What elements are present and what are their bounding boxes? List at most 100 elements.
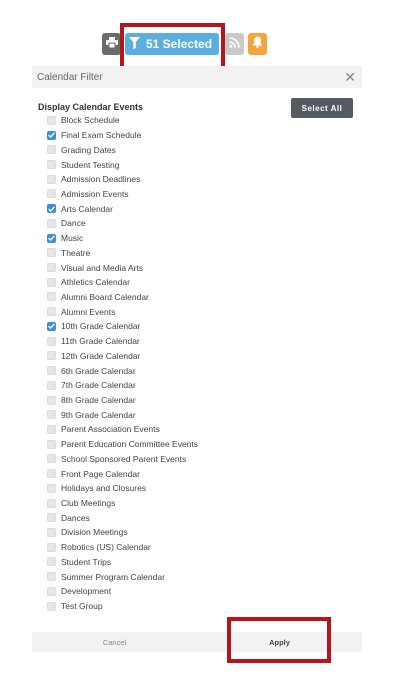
calendar-filter-item[interactable]: Student Trips xyxy=(47,555,347,570)
calendar-filter-item[interactable]: Test Group xyxy=(47,599,347,614)
calendar-filter-item[interactable]: 8th Grade Calendar xyxy=(47,393,347,408)
checkbox-unchecked[interactable] xyxy=(47,160,56,170)
checkbox-unchecked[interactable] xyxy=(47,542,56,552)
checkbox-unchecked[interactable] xyxy=(47,586,56,596)
dialog-header: Calendar Filter ✕ xyxy=(32,66,362,88)
calendar-filter-item[interactable]: 10th Grade Calendar xyxy=(47,319,347,334)
checkbox-unchecked[interactable] xyxy=(47,557,56,567)
calendar-filter-item[interactable]: 6th Grade Calendar xyxy=(47,363,347,378)
dialog-title: Calendar Filter xyxy=(37,71,103,83)
calendar-filter-item[interactable]: Admission Events xyxy=(47,187,347,202)
calendar-filter-item[interactable]: Summer Program Calendar xyxy=(47,569,347,584)
calendar-filter-item[interactable]: Admission Deadlines xyxy=(47,172,347,187)
checkbox-checked[interactable] xyxy=(47,130,56,140)
checkbox-unchecked[interactable] xyxy=(47,601,56,611)
checkbox-unchecked[interactable] xyxy=(47,336,56,346)
calendar-filter-item-label: 6th Grade Calendar xyxy=(61,365,136,376)
checkbox-unchecked[interactable] xyxy=(47,483,56,493)
calendar-filter-item[interactable]: Club Meetings xyxy=(47,496,347,511)
calendar-filter-item[interactable]: Alumni Events xyxy=(47,304,347,319)
checkbox-unchecked[interactable] xyxy=(47,454,56,464)
calendar-filter-item[interactable]: School Sponsored Parent Events xyxy=(47,452,347,467)
checkbox-unchecked[interactable] xyxy=(47,263,56,273)
calendar-filter-item-label: Summer Program Calendar xyxy=(61,571,165,582)
checkbox-unchecked[interactable] xyxy=(47,174,56,184)
checkbox-unchecked[interactable] xyxy=(47,218,56,228)
calendar-filter-item-label: Admission Events xyxy=(61,188,129,199)
calendar-filter-item[interactable]: Block Schedule xyxy=(47,113,347,128)
calendar-filter-item-label: School Sponsored Parent Events xyxy=(61,453,187,464)
calendar-filter-item-label: 11th Grade Calendar xyxy=(61,336,140,347)
checkbox-unchecked[interactable] xyxy=(47,439,56,449)
calendar-filter-item-label: Block Schedule xyxy=(61,115,120,126)
checkbox-checked[interactable] xyxy=(47,321,56,331)
rss-button[interactable] xyxy=(225,33,244,55)
checkbox-unchecked[interactable] xyxy=(47,498,56,508)
notification-button[interactable] xyxy=(248,33,267,55)
calendar-filter-item[interactable]: Holidays and Closures xyxy=(47,481,347,496)
calendar-filter-item[interactable]: 12th Grade Calendar xyxy=(47,349,347,364)
calendar-filter-item[interactable]: Theatre xyxy=(47,245,347,260)
checkbox-unchecked[interactable] xyxy=(47,292,56,302)
calendar-filter-item[interactable]: 11th Grade Calendar xyxy=(47,334,347,349)
checkbox-checked[interactable] xyxy=(47,204,56,214)
print-button[interactable] xyxy=(102,33,121,55)
calendar-filter-item-label: Parent Education Committee Events xyxy=(61,439,199,450)
calendar-filter-item[interactable]: 9th Grade Calendar xyxy=(47,407,347,422)
calendar-filter-item[interactable]: Visual and Media Arts xyxy=(47,260,347,275)
checkbox-unchecked[interactable] xyxy=(47,380,56,390)
calendar-filter-item[interactable]: Development xyxy=(47,584,347,599)
filter-highlight-box xyxy=(120,23,225,70)
calendar-filter-item[interactable]: Robotics (US) Calendar xyxy=(47,540,347,555)
checkbox-unchecked[interactable] xyxy=(47,115,56,125)
checkbox-unchecked[interactable] xyxy=(47,248,56,258)
calendar-filter-item[interactable]: 7th Grade Calendar xyxy=(47,378,347,393)
calendar-filter-item[interactable]: Athletics Calendar xyxy=(47,275,347,290)
checkbox-unchecked[interactable] xyxy=(47,277,56,287)
calendar-filter-item-label: Test Group xyxy=(61,601,103,612)
checkbox-unchecked[interactable] xyxy=(47,513,56,523)
calendar-filter-item-label: Front Page Calendar xyxy=(61,468,140,479)
cancel-button[interactable]: Cancel xyxy=(32,632,197,652)
checkbox-unchecked[interactable] xyxy=(47,572,56,582)
calendar-filter-item[interactable]: Final Exam Schedule xyxy=(47,128,347,143)
calendar-filter-item-label: Development xyxy=(61,586,112,597)
calendar-filter-item[interactable]: Arts Calendar xyxy=(47,201,347,216)
calendar-filter-item-label: 10th Grade Calendar xyxy=(61,321,141,332)
checkbox-checked[interactable] xyxy=(47,233,56,243)
checkbox-unchecked[interactable] xyxy=(47,395,56,405)
calendar-filter-item[interactable]: Division Meetings xyxy=(47,525,347,540)
calendar-filter-item-label: 12th Grade Calendar xyxy=(61,350,141,361)
calendar-filter-item[interactable]: Dance xyxy=(47,216,347,231)
calendar-filter-item-label: Dances xyxy=(61,512,90,523)
calendar-filter-item-label: Alumni Board Calendar xyxy=(61,291,149,302)
calendar-filter-item-label: Division Meetings xyxy=(61,527,128,538)
checkbox-unchecked[interactable] xyxy=(47,469,56,479)
calendar-filter-item[interactable]: Parent Education Committee Events xyxy=(47,437,347,452)
checkbox-unchecked[interactable] xyxy=(47,307,56,317)
checkbox-unchecked[interactable] xyxy=(47,145,56,155)
apply-highlight-box xyxy=(227,617,331,663)
calendar-event-list: Block Schedule Final Exam Schedule Grading… xyxy=(47,113,347,613)
section-title: Display Calendar Events xyxy=(38,102,144,112)
close-icon[interactable]: ✕ xyxy=(344,70,356,84)
calendar-filter-item-label: Visual and Media Arts xyxy=(61,262,144,273)
print-icon xyxy=(105,35,118,53)
calendar-filter-item[interactable]: Alumni Board Calendar xyxy=(47,290,347,305)
calendar-filter-item-label: Theatre xyxy=(61,247,91,258)
checkbox-unchecked[interactable] xyxy=(47,351,56,361)
checkbox-unchecked[interactable] xyxy=(47,424,56,434)
calendar-filter-item[interactable]: Student Testing xyxy=(47,157,347,172)
checkbox-unchecked[interactable] xyxy=(47,410,56,420)
calendar-filter-item-label: 9th Grade Calendar xyxy=(61,409,136,420)
calendar-filter-item-label: Alumni Events xyxy=(61,306,116,317)
checkbox-unchecked[interactable] xyxy=(47,366,56,376)
bell-icon xyxy=(252,35,263,53)
checkbox-unchecked[interactable] xyxy=(47,527,56,537)
calendar-filter-item[interactable]: Grading Dates xyxy=(47,142,347,157)
checkbox-unchecked[interactable] xyxy=(47,189,56,199)
calendar-filter-item[interactable]: Music xyxy=(47,231,347,246)
calendar-filter-item[interactable]: Dances xyxy=(47,510,347,525)
calendar-filter-item[interactable]: Front Page Calendar xyxy=(47,466,347,481)
calendar-filter-item[interactable]: Parent Association Events xyxy=(47,422,347,437)
